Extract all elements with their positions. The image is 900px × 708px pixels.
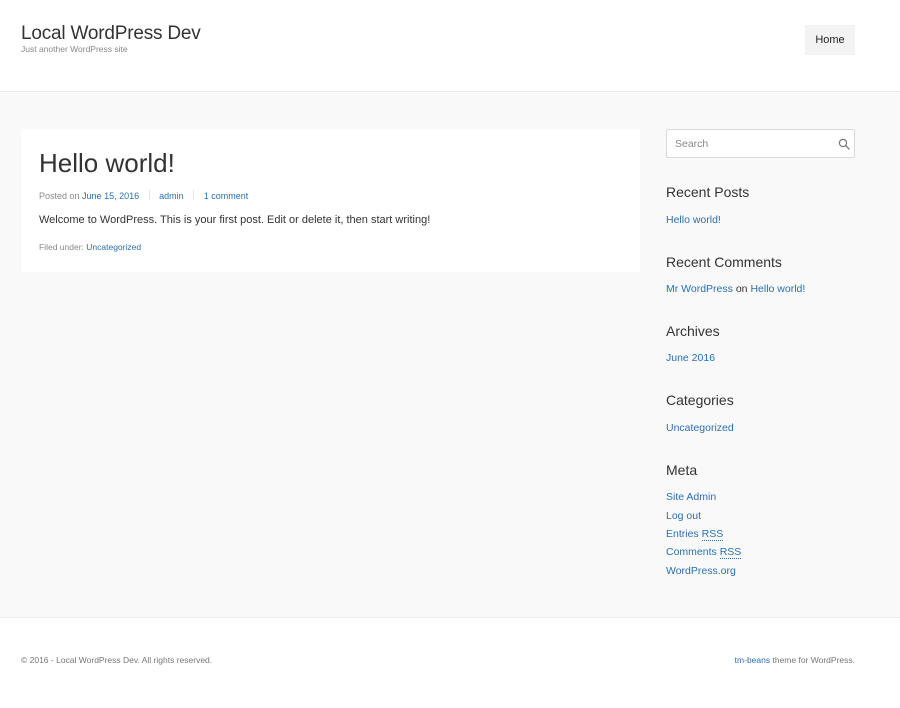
comments-rss-prefix: Comments xyxy=(666,546,717,558)
search-icon[interactable] xyxy=(838,138,850,150)
meta-divider xyxy=(193,190,195,200)
meta-divider xyxy=(148,190,150,200)
entries-rss-link[interactable]: Entries RSS xyxy=(666,528,724,541)
category-link[interactable]: Uncategorized xyxy=(666,422,734,434)
search-input[interactable] xyxy=(667,130,832,157)
comment-post-link[interactable]: Hello world! xyxy=(750,283,805,295)
post-title[interactable]: Hello world! xyxy=(39,148,175,179)
categories-title: Categories xyxy=(666,392,734,408)
main-area: Hello world! Posted on June 15, 2016 adm… xyxy=(0,92,900,617)
recent-posts-title: Recent Posts xyxy=(666,184,750,200)
recent-comments-title: Recent Comments xyxy=(666,254,782,270)
theme-link[interactable]: tm-beans xyxy=(735,655,770,665)
copyright-text: © 2016 - Local WordPress Dev. All rights… xyxy=(21,655,213,665)
post-category-link[interactable]: Uncategorized xyxy=(86,242,141,252)
search-box xyxy=(666,129,855,158)
site-footer: © 2016 - Local WordPress Dev. All rights… xyxy=(0,617,900,708)
site-header: Local WordPress Dev Just another WordPre… xyxy=(0,0,900,92)
wordpress-org-link[interactable]: WordPress.org xyxy=(666,565,736,577)
entries-rss-prefix: Entries xyxy=(666,528,699,540)
comments-rss-link[interactable]: Comments RSS xyxy=(666,546,742,559)
nav-home-link[interactable]: Home xyxy=(805,25,855,55)
recent-comment-item: Mr WordPress on Hello world! xyxy=(666,283,805,295)
recent-post-link[interactable]: Hello world! xyxy=(666,214,721,226)
theme-credit-text: theme for WordPress. xyxy=(772,655,855,665)
post-date-link[interactable]: June 15, 2016 xyxy=(82,191,139,201)
filed-under-label: Filed under: xyxy=(39,242,84,252)
meta-title: Meta xyxy=(666,462,698,478)
comment-author-link[interactable]: Mr WordPress xyxy=(666,283,733,295)
log-out-link[interactable]: Log out xyxy=(666,510,701,522)
post-author-link[interactable]: admin xyxy=(159,191,184,201)
site-title[interactable]: Local WordPress Dev xyxy=(21,23,201,45)
site-tagline: Just another WordPress site xyxy=(21,44,128,54)
entries-rss-abbr: RSS xyxy=(701,528,724,541)
post-footer: Filed under: Uncategorized xyxy=(39,242,141,252)
post-card: Hello world! Posted on June 15, 2016 adm… xyxy=(21,129,640,272)
post-meta: Posted on June 15, 2016 admin 1 comment xyxy=(39,190,248,201)
posted-on-label: Posted on xyxy=(39,191,80,201)
archive-link[interactable]: June 2016 xyxy=(666,352,715,364)
comment-on-text: on xyxy=(735,283,748,295)
post-content: Welcome to WordPress. This is your first… xyxy=(39,214,431,226)
theme-credit: tm-beans theme for WordPress. xyxy=(735,655,855,665)
archives-title: Archives xyxy=(666,323,720,339)
post-comments-link[interactable]: 1 comment xyxy=(204,191,249,201)
comments-rss-abbr: RSS xyxy=(719,546,742,559)
site-admin-link[interactable]: Site Admin xyxy=(666,491,716,503)
